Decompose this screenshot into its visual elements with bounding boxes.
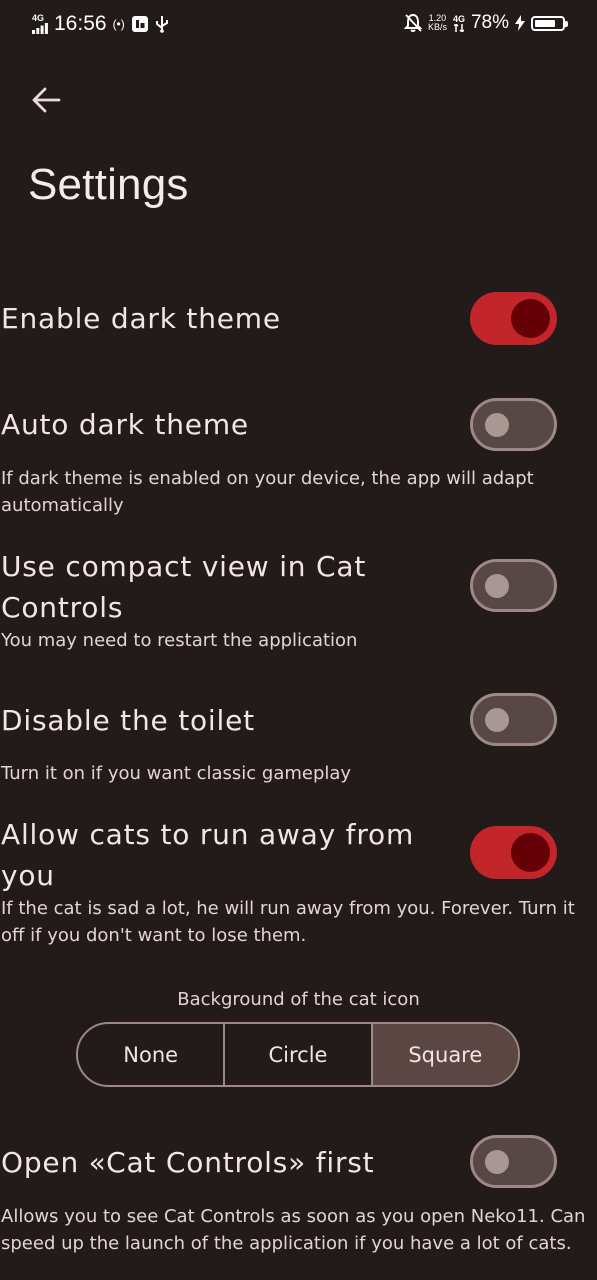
setting-title: Auto dark theme	[1, 408, 249, 441]
app-notification-icon	[131, 16, 148, 32]
cats-run-away-switch[interactable]	[470, 826, 557, 879]
usb-icon	[155, 16, 168, 33]
cat-icon-background-selector: None Circle Square	[76, 1022, 520, 1087]
setting-title: Disable the toilet	[1, 704, 255, 737]
segment-circle[interactable]: Circle	[223, 1024, 370, 1085]
battery-level	[535, 19, 555, 27]
setting-title: Use compact view in Cat Controls	[1, 550, 367, 624]
switch-knob	[485, 1150, 509, 1174]
signal-icon: 4G	[32, 14, 48, 34]
network-type-2: 4G	[452, 13, 465, 24]
network-type: 4G	[32, 13, 45, 23]
data-rate: 1.20 KB/s	[428, 14, 447, 32]
switch-knob	[511, 833, 550, 872]
open-cat-controls-first-switch[interactable]	[470, 1135, 557, 1188]
charging-icon	[515, 15, 525, 31]
data-rate-unit: KB/s	[427, 22, 447, 32]
setting-description: If dark theme is enabled on your device,…	[1, 468, 534, 516]
switch-knob	[511, 299, 550, 338]
battery-icon	[531, 15, 568, 31]
setting-description: Allows you to see Cat Controls as soon a…	[1, 1206, 586, 1254]
setting-description: You may need to restart the application	[1, 630, 358, 651]
setting-title: Open «Cat Controls» first	[1, 1146, 375, 1179]
segment-none[interactable]: None	[78, 1024, 223, 1085]
page-title: Settings	[28, 160, 189, 209]
switch-knob	[485, 413, 509, 437]
setting-title: Allow cats to run away from you	[1, 818, 415, 892]
clock: 16:56	[54, 12, 107, 35]
switch-knob	[485, 708, 509, 732]
disable-toilet-switch[interactable]	[470, 693, 557, 746]
bell-off-icon	[403, 13, 422, 32]
mobile-data-icon: 4G	[452, 13, 465, 32]
cat-icon-background-label: Background of the cat icon	[177, 989, 420, 1010]
enable-dark-theme-switch[interactable]	[470, 292, 557, 345]
setting-description: If the cat is sad a lot, he will run awa…	[1, 898, 575, 946]
setting-title: Enable dark theme	[1, 302, 281, 335]
auto-dark-theme-switch[interactable]	[470, 398, 557, 451]
arrow-left-icon	[32, 87, 61, 113]
segment-square[interactable]: Square	[370, 1024, 518, 1085]
setting-description: Turn it on if you want classic gameplay	[1, 763, 352, 784]
battery-percent: 78%	[470, 12, 509, 33]
status-bar: 4G 16:56 (•) 1.20 KB/s 4G 78%	[0, 0, 597, 48]
hotspot-icon: (•)	[112, 17, 125, 31]
switch-knob	[485, 574, 509, 598]
back-button[interactable]	[24, 80, 68, 120]
compact-view-switch[interactable]	[470, 559, 557, 612]
